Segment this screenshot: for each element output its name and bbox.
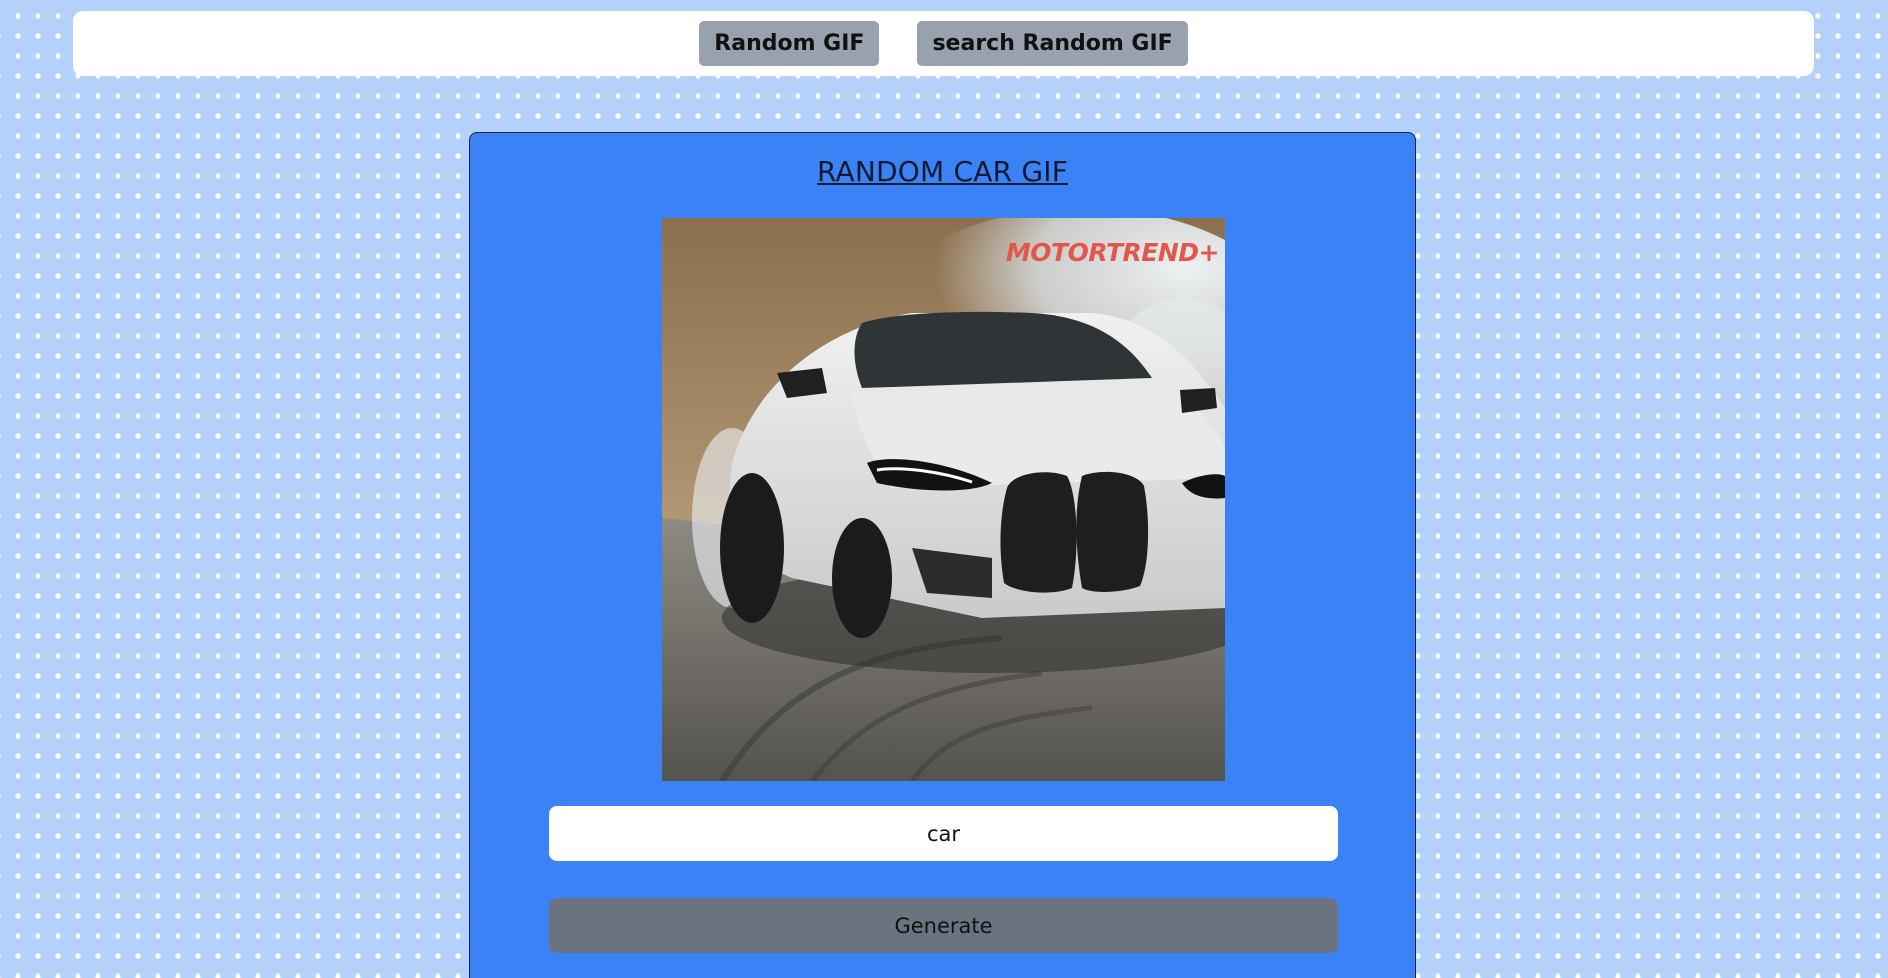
search-random-gif-button[interactable]: search Random GIF: [917, 21, 1188, 66]
gif-watermark: MOTORTREND+: [1005, 238, 1220, 267]
generate-button[interactable]: Generate: [549, 898, 1338, 953]
card-title: RANDOM CAR GIF: [817, 155, 1068, 188]
gif-image: MOTORTREND+: [662, 218, 1225, 781]
navbar: Random GIF search Random GIF: [73, 11, 1814, 76]
random-gif-button[interactable]: Random GIF: [699, 21, 880, 66]
car-gif-illustration: [662, 218, 1225, 781]
random-gif-card: RANDOM CAR GIF MOTORTREND+ car Generate: [469, 132, 1416, 978]
search-tag-input[interactable]: [549, 806, 1338, 861]
